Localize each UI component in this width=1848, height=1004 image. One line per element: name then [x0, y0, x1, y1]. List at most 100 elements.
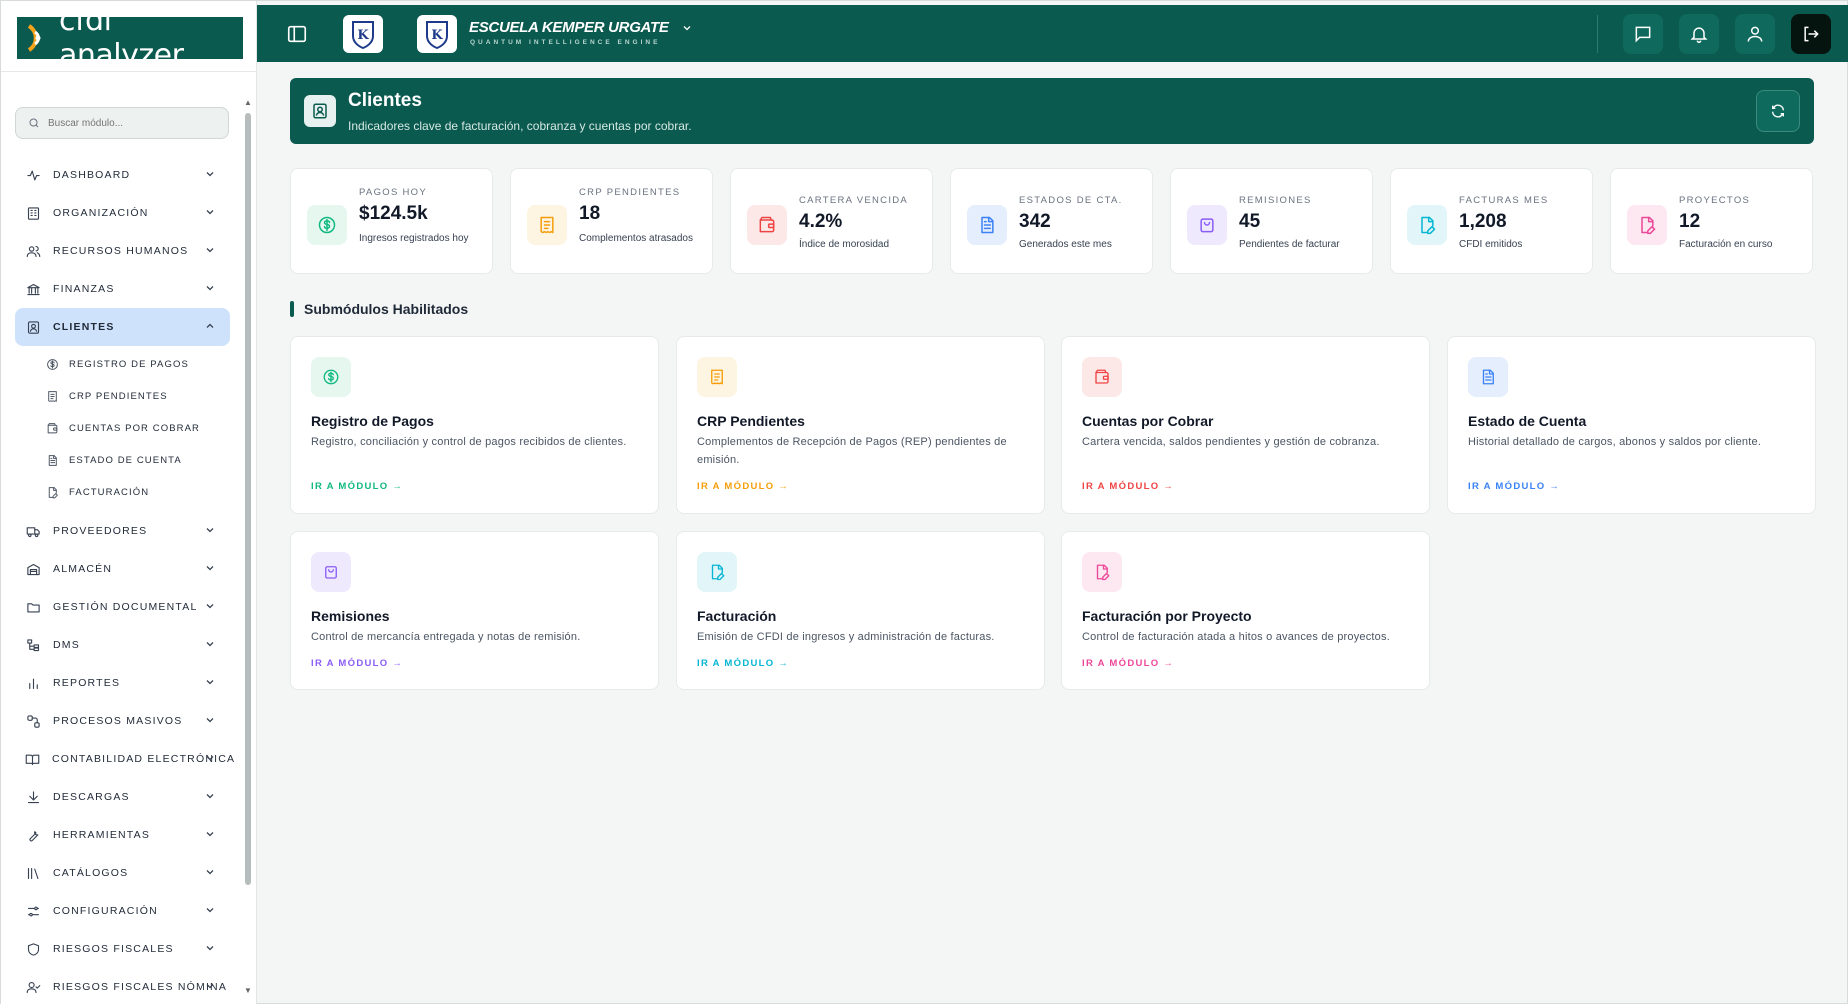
sidebar-item-clientes[interactable]: CLIENTES: [15, 308, 230, 346]
kpi-value: 18: [579, 203, 601, 224]
chevron-down-icon[interactable]: [204, 714, 216, 726]
search-input[interactable]: [48, 117, 228, 129]
sidebar-item-label: GESTIÓN DOCUMENTAL: [53, 601, 198, 613]
sidebar-item-configuración[interactable]: CONFIGURACIÓN: [15, 892, 230, 930]
card-description: Complementos de Recepción de Pagos (REP)…: [697, 436, 1007, 466]
sidebar-item-contabilidad-electrónica[interactable]: CONTABILIDAD ELECTRÓNICA: [15, 740, 234, 778]
contact-icon: [25, 319, 41, 335]
school-crest[interactable]: K: [417, 15, 457, 53]
sidebar-item-proveedores[interactable]: PROVEEDORES: [15, 512, 230, 550]
page-header: Clientes Indicadores clave de facturació…: [290, 78, 1814, 144]
chevron-down-icon[interactable]: [204, 980, 216, 992]
scroll-up-arrow[interactable]: ▲: [244, 99, 252, 107]
scroll-down-arrow[interactable]: ▼: [244, 987, 252, 995]
kpi-label: CARTERA VENCIDA: [799, 195, 909, 206]
messages-button[interactable]: [1623, 14, 1663, 54]
sidebar-item-riesgos-fiscales[interactable]: RIESGOS FISCALES: [15, 930, 230, 968]
subnav-item[interactable]: CRP PENDIENTES: [15, 380, 230, 412]
chevron-down-icon[interactable]: [204, 866, 216, 878]
sidebar-item-reportes[interactable]: REPORTES: [15, 664, 230, 702]
school-tagline: QUANTUM INTELLIGENCE ENGINE: [470, 39, 661, 46]
subnav-item[interactable]: REGISTRO DE PAGOS: [15, 348, 230, 380]
bag-icon: [311, 552, 351, 592]
submodule-card[interactable]: Facturación por Proyecto Control de factu…: [1061, 531, 1430, 690]
sidebar-item-descargas[interactable]: DESCARGAS: [15, 778, 230, 816]
chevron-down-icon[interactable]: [681, 22, 693, 34]
app-logo[interactable]: cfdi analyzer: [17, 3, 243, 73]
sidebar-item-procesos-masivos[interactable]: PROCESOS MASIVOS: [15, 702, 230, 740]
sidebar-nav: DASHBOARD ORGANIZACIÓN RECURSOS HUMANOS FIN…: [15, 156, 234, 1004]
sidebar-item-finanzas[interactable]: FINANZAS: [15, 270, 230, 308]
sidebar-item-dashboard[interactable]: DASHBOARD: [15, 156, 230, 194]
message-square-icon: [1633, 24, 1653, 44]
school-name[interactable]: ESCUELA KEMPER URGATE: [469, 19, 669, 36]
go-to-module-link[interactable]: IR A MÓDULO →: [311, 481, 403, 492]
refresh-button[interactable]: [1756, 90, 1800, 132]
go-to-module-link[interactable]: IR A MÓDULO →: [1082, 481, 1174, 492]
go-to-module-link[interactable]: IR A MÓDULO →: [1468, 481, 1560, 492]
submodule-card[interactable]: Registro de Pagos Registro, conciliación …: [290, 336, 659, 514]
chevron-down-icon[interactable]: [204, 244, 216, 256]
subnav-item[interactable]: CUENTAS POR COBRAR: [15, 412, 230, 444]
school-crest-small[interactable]: K: [343, 15, 383, 53]
profile-button[interactable]: [1735, 14, 1775, 54]
page-subtitle: Indicadores clave de facturación, cobran…: [348, 119, 692, 133]
chevron-down-icon[interactable]: [204, 600, 216, 612]
kpi-caption: Pendientes de facturar: [1239, 239, 1340, 250]
sidebar-item-dms[interactable]: DMS: [15, 626, 230, 664]
sidebar-item-gestión-documental[interactable]: GESTIÓN DOCUMENTAL: [15, 588, 230, 626]
receipt-icon: [527, 205, 567, 245]
chevron-down-icon[interactable]: [204, 790, 216, 802]
sidebar-toggle-button[interactable]: [277, 14, 317, 54]
chevron-down-icon[interactable]: [204, 676, 216, 688]
submodule-card[interactable]: CRP Pendientes Complementos de Recepción …: [676, 336, 1045, 514]
sidebar-item-catálogos[interactable]: CATÁLOGOS: [15, 854, 230, 892]
logout-icon: [1801, 24, 1821, 44]
chevron-down-icon[interactable]: [204, 904, 216, 916]
submodule-card[interactable]: Remisiones Control de mercancía entregada…: [290, 531, 659, 690]
chevron-down-icon[interactable]: [204, 752, 216, 764]
chevron-up-icon[interactable]: [204, 320, 216, 332]
section-title: Submódulos Habilitados: [304, 301, 469, 317]
sidebar-item-label: RECURSOS HUMANOS: [53, 245, 189, 257]
notifications-button[interactable]: [1679, 14, 1719, 54]
file-text-icon: [45, 453, 59, 467]
file-text-icon: [967, 205, 1007, 245]
sidebar-scrollbar[interactable]: [245, 113, 251, 885]
chevron-down-icon[interactable]: [204, 638, 216, 650]
book-icon: [25, 751, 40, 767]
chevron-down-icon[interactable]: [204, 524, 216, 536]
sidebar-item-recursos-humanos[interactable]: RECURSOS HUMANOS: [15, 232, 230, 270]
submodule-card[interactable]: Estado de Cuenta Historial detallado de c…: [1447, 336, 1816, 514]
card-description: Emisión de CFDI de ingresos y administra…: [697, 631, 995, 643]
chevron-down-icon[interactable]: [204, 562, 216, 574]
sidebar-item-label: DMS: [53, 639, 80, 651]
sidebar-item-label: DESCARGAS: [53, 791, 130, 803]
subnav-item[interactable]: ESTADO DE CUENTA: [15, 444, 230, 476]
logout-button[interactable]: [1791, 14, 1831, 54]
submodule-card[interactable]: Facturación Emisión de CFDI de ingresos y…: [676, 531, 1045, 690]
clientes-subnav: REGISTRO DE PAGOS CRP PENDIENTES CUENTAS P…: [15, 348, 230, 508]
sidebar-item-organización[interactable]: ORGANIZACIÓN: [15, 194, 230, 232]
subnav-item[interactable]: FACTURACIÓN: [15, 476, 230, 508]
kpi-label: PROYECTOS: [1679, 195, 1751, 206]
sidebar-item-almacén[interactable]: ALMACÉN: [15, 550, 230, 588]
bag-icon: [1187, 205, 1227, 245]
chevron-down-icon[interactable]: [204, 282, 216, 294]
chevron-down-icon[interactable]: [204, 206, 216, 218]
chevron-down-icon[interactable]: [204, 942, 216, 954]
chevron-down-icon[interactable]: [204, 828, 216, 840]
submodule-card[interactable]: Cuentas por Cobrar Cartera vencida, saldo…: [1061, 336, 1430, 514]
go-to-module-link[interactable]: IR A MÓDULO →: [311, 658, 403, 669]
card-description: Historial detallado de cargos, abonos y …: [1468, 436, 1762, 448]
go-to-module-link[interactable]: IR A MÓDULO →: [1082, 658, 1174, 669]
chevron-down-icon[interactable]: [204, 168, 216, 180]
go-to-module-link[interactable]: IR A MÓDULO →: [697, 658, 789, 669]
bell-icon: [1689, 24, 1709, 44]
go-to-module-link[interactable]: IR A MÓDULO →: [697, 481, 789, 492]
workflow-icon: [25, 713, 41, 729]
page-title: Clientes: [348, 90, 422, 111]
module-search[interactable]: [15, 107, 229, 139]
sidebar-item-herramientas[interactable]: HERRAMIENTAS: [15, 816, 230, 854]
sidebar-item-riesgos-fiscales-nómina[interactable]: RIESGOS FISCALES NÓMINA: [15, 968, 230, 1004]
